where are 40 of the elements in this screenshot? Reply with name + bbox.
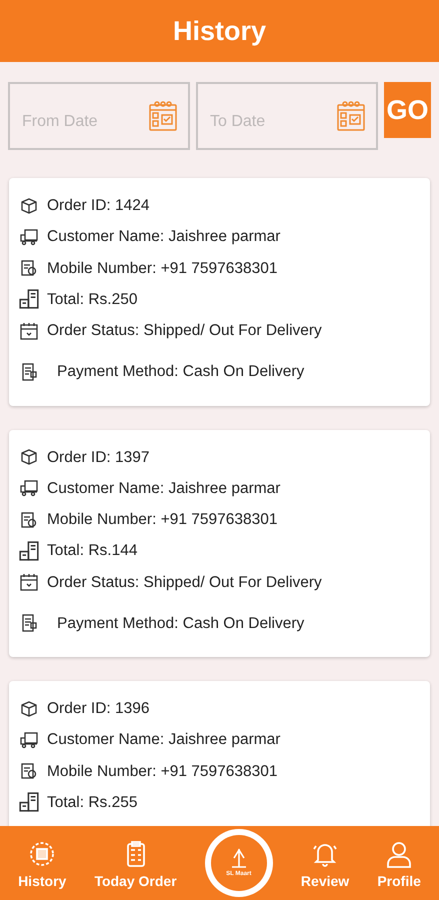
order-detail: Order ID: 1396 xyxy=(47,699,150,719)
truck-icon xyxy=(19,730,39,750)
order-detail: Total: Rs.250 xyxy=(47,290,138,310)
order-detail: Mobile Number: +91 7597638301 xyxy=(47,258,278,278)
nav-item[interactable]: Review xyxy=(300,834,350,892)
calendar-icon xyxy=(19,320,39,341)
order-detail: Order ID: 1397 xyxy=(47,448,150,468)
order-detail: Order Status: Shipped/ Out For Delivery xyxy=(47,572,322,592)
order-card[interactable]: Order ID: 1396 Customer Name: Jaishree parmar Mobile Number: +91 7597638301 Total: Rs.255 xyxy=(9,681,430,826)
calendar-icon xyxy=(19,572,39,592)
order-detail: Customer Name: Jaishree parmar xyxy=(47,730,280,750)
order-detail: Order Status: Shipped/ Out For Delivery xyxy=(47,321,322,341)
truck-icon xyxy=(19,478,39,498)
box-icon xyxy=(19,698,39,719)
nav-item[interactable]: History xyxy=(18,834,66,892)
building-icon xyxy=(19,289,39,310)
building-icon xyxy=(19,540,39,561)
building-icon xyxy=(19,792,39,812)
nav-item[interactable]: Today Order xyxy=(94,834,177,892)
order-detail: Total: Rs.255 xyxy=(47,792,138,813)
order-detail: Mobile Number: +91 7597638301 xyxy=(47,762,278,782)
go-button[interactable]: GO xyxy=(384,82,431,138)
order-detail: Payment Method: Cash On Delivery xyxy=(57,362,304,382)
nav-item[interactable]: Profile xyxy=(377,834,421,892)
box-icon xyxy=(19,196,39,216)
order-detail: Order ID: 1424 xyxy=(47,196,150,216)
date-field[interactable]: From Date xyxy=(8,82,190,150)
calendar-icon xyxy=(148,100,178,132)
order-card[interactable]: Order ID: 1424 Customer Name: Jaishree parmar Mobile Number: +91 7597638301 Total: Rs.250 Order Status: Shipped/ Out For Delivery Payment Method: Cash On Delivery xyxy=(9,178,430,406)
order-detail: Customer Name: Jaishree parmar xyxy=(47,478,280,499)
order-detail: Payment Method: Cash On Delivery xyxy=(57,614,304,634)
date-field[interactable]: To Date xyxy=(196,82,378,150)
order-card[interactable]: Order ID: 1397 Customer Name: Jaishree parmar Mobile Number: +91 7597638301 Total: Rs.144 Order Status: Shipped/ Out For Delivery Payment Method: Cash On Delivery xyxy=(9,430,430,657)
order-detail: Mobile Number: +91 7597638301 xyxy=(47,510,278,530)
box-icon xyxy=(19,447,39,468)
order-detail: Customer Name: Jaishree parmar xyxy=(47,227,280,248)
truck-icon xyxy=(19,226,39,247)
order-detail: Total: Rs.144 xyxy=(47,541,138,562)
page-title: History xyxy=(172,14,266,48)
calendar-icon xyxy=(336,100,366,132)
